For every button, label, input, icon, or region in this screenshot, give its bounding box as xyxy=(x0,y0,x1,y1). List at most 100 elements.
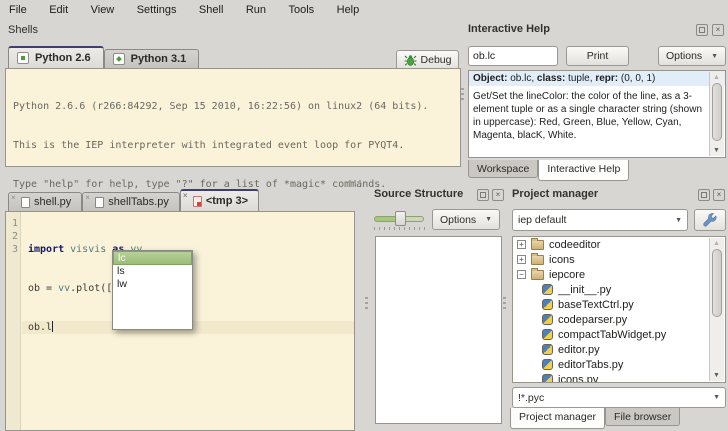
help-scrollbar[interactable]: ▲ ▼ xyxy=(709,72,724,156)
tab-python-3.1[interactable]: Python 3.1 xyxy=(104,49,200,68)
autocomplete-item-lc[interactable]: lc xyxy=(113,251,192,265)
close-tab-icon[interactable]: × xyxy=(183,191,188,200)
autocomplete-popup: lc ls lw xyxy=(112,250,193,330)
tree-label: icons xyxy=(549,254,575,266)
project-select-combo[interactable]: iep default ▼ xyxy=(512,209,688,231)
project-file-tree[interactable]: + codeeditor + icons − iepcore __init__.… xyxy=(512,236,726,383)
text-caret xyxy=(52,321,53,332)
python-file-icon xyxy=(542,329,553,340)
scroll-down-icon[interactable]: ▼ xyxy=(713,372,720,379)
scroll-up-icon[interactable]: ▲ xyxy=(713,240,720,247)
menu-view[interactable]: View xyxy=(82,1,124,16)
tab-interactive-help[interactable]: Interactive Help xyxy=(538,160,629,181)
scrollbar-thumb[interactable] xyxy=(712,249,722,317)
tab-workspace[interactable]: Workspace xyxy=(468,160,538,178)
interactive-help-title: Interactive Help xyxy=(468,23,550,35)
vertical-splitter-handle[interactable] xyxy=(461,88,464,101)
tree-row-basetextctrl-py[interactable]: baseTextCtrl.py xyxy=(513,297,725,312)
tree-label: iepcore xyxy=(549,269,585,281)
scroll-up-icon[interactable]: ▲ xyxy=(713,74,720,81)
help-query-input[interactable] xyxy=(468,46,558,66)
tree-row-editortabs-py[interactable]: editorTabs.py xyxy=(513,357,725,372)
wrench-icon xyxy=(703,213,718,228)
autocomplete-item-lw[interactable]: lw xyxy=(113,278,192,291)
close-tab-icon[interactable]: × xyxy=(85,193,90,202)
collapse-icon[interactable]: − xyxy=(517,270,526,279)
editor-tab-label: <tmp 3> xyxy=(206,195,248,207)
help-object-line: Object: ob.lc, class: tuple, repr: (0, 0… xyxy=(469,71,725,86)
help-options-dropdown[interactable]: Options ▼ xyxy=(658,46,726,66)
menu-settings[interactable]: Settings xyxy=(128,1,186,16)
python-file-icon xyxy=(542,314,553,325)
close-panel-icon[interactable]: × xyxy=(492,189,504,201)
close-panel-icon[interactable]: × xyxy=(712,24,724,36)
tree-row-compacttabwidget-py[interactable]: compactTabWidget.py xyxy=(513,327,725,342)
file-filter-combo[interactable]: !*.pyc ▼ xyxy=(512,387,726,408)
tree-label: codeparser.py xyxy=(558,314,627,326)
document-icon xyxy=(95,197,104,208)
tree-row-iepcore[interactable]: − iepcore xyxy=(513,267,725,282)
expand-icon[interactable]: + xyxy=(517,255,526,264)
tree-label: editorTabs.py xyxy=(558,359,623,371)
tree-row-codeeditor[interactable]: + codeeditor xyxy=(513,237,725,252)
tree-scrollbar[interactable]: ▲ ▼ xyxy=(709,238,724,381)
console-line: This is the IEP interpreter with integra… xyxy=(13,139,460,152)
source-structure-title: Source Structure xyxy=(374,188,463,200)
python-file-icon xyxy=(542,299,553,310)
tree-label: editor.py xyxy=(558,344,600,356)
menu-shell[interactable]: Shell xyxy=(190,1,232,16)
shells-panel-label: Shells xyxy=(8,24,38,36)
float-panel-icon[interactable] xyxy=(477,189,489,201)
close-panel-icon[interactable]: × xyxy=(713,189,725,201)
debug-button[interactable]: Debug xyxy=(396,50,459,70)
tree-label: baseTextCtrl.py xyxy=(558,299,634,311)
tab-python-2.6[interactable]: Python 2.6 xyxy=(8,46,104,68)
source-structure-list[interactable] xyxy=(375,236,502,424)
tab-file-browser[interactable]: File browser xyxy=(605,408,680,426)
horizontal-splitter-handle[interactable] xyxy=(349,180,362,183)
menu-tools[interactable]: Tools xyxy=(279,1,323,16)
bug-icon xyxy=(404,54,417,67)
iep-window: File Edit View Settings Shell Run Tools … xyxy=(0,0,728,431)
menu-file[interactable]: File xyxy=(0,1,36,16)
float-panel-icon[interactable] xyxy=(696,24,708,36)
menu-edit[interactable]: Edit xyxy=(40,1,77,16)
scroll-down-icon[interactable]: ▼ xyxy=(713,147,720,154)
tab-shelltabs.py[interactable]: × shellTabs.py xyxy=(82,192,180,211)
tab-project-manager[interactable]: Project manager xyxy=(510,408,605,429)
tree-row-icons[interactable]: + icons xyxy=(513,252,725,267)
document-modified-icon xyxy=(193,196,202,207)
tree-row-icons-py[interactable]: icons.py xyxy=(513,372,725,383)
vertical-splitter-handle[interactable] xyxy=(365,297,368,310)
chevron-down-icon: ▼ xyxy=(711,53,718,60)
shell-state-icon xyxy=(17,52,29,64)
tab-tmp-3[interactable]: × <tmp 3> xyxy=(180,189,259,211)
menu-run[interactable]: Run xyxy=(237,1,275,16)
python-file-icon xyxy=(542,359,553,370)
help-content: Object: ob.lc, class: tuple, repr: (0, 0… xyxy=(468,70,726,158)
folder-icon xyxy=(531,240,544,250)
shell-state-icon xyxy=(113,53,125,65)
print-button[interactable]: Print xyxy=(566,46,629,66)
autocomplete-item-ls[interactable]: ls xyxy=(113,265,192,278)
float-panel-icon[interactable] xyxy=(698,189,710,201)
scrollbar-thumb[interactable] xyxy=(712,83,722,141)
editor-tab-bar: × shell.py × shellTabs.py × <tmp 3> xyxy=(8,189,259,211)
project-config-button[interactable] xyxy=(694,209,726,231)
console-line: Python 2.6.6 (r266:84292, Sep 15 2010, 1… xyxy=(13,100,460,113)
tree-label: compactTabWidget.py xyxy=(558,329,666,341)
shell-console[interactable]: Python 2.6.6 (r266:84292, Sep 15 2010, 1… xyxy=(5,68,461,167)
tree-row-codeparser-py[interactable]: codeparser.py xyxy=(513,312,725,327)
chevron-down-icon: ▼ xyxy=(485,216,492,223)
close-tab-icon[interactable]: × xyxy=(11,193,16,202)
menu-help[interactable]: Help xyxy=(328,1,369,16)
vertical-splitter-handle[interactable] xyxy=(503,297,506,310)
tab-shell.py[interactable]: × shell.py xyxy=(8,192,82,211)
tree-row-editor-py[interactable]: editor.py xyxy=(513,342,725,357)
expand-icon[interactable]: + xyxy=(517,240,526,249)
tree-label: icons.py xyxy=(558,374,598,384)
tree-row-init-py[interactable]: __init__.py xyxy=(513,282,725,297)
editor-tab-label: shell.py xyxy=(34,196,71,208)
source-options-dropdown[interactable]: Options ▼ xyxy=(432,209,500,230)
depth-slider-handle[interactable] xyxy=(395,211,406,226)
